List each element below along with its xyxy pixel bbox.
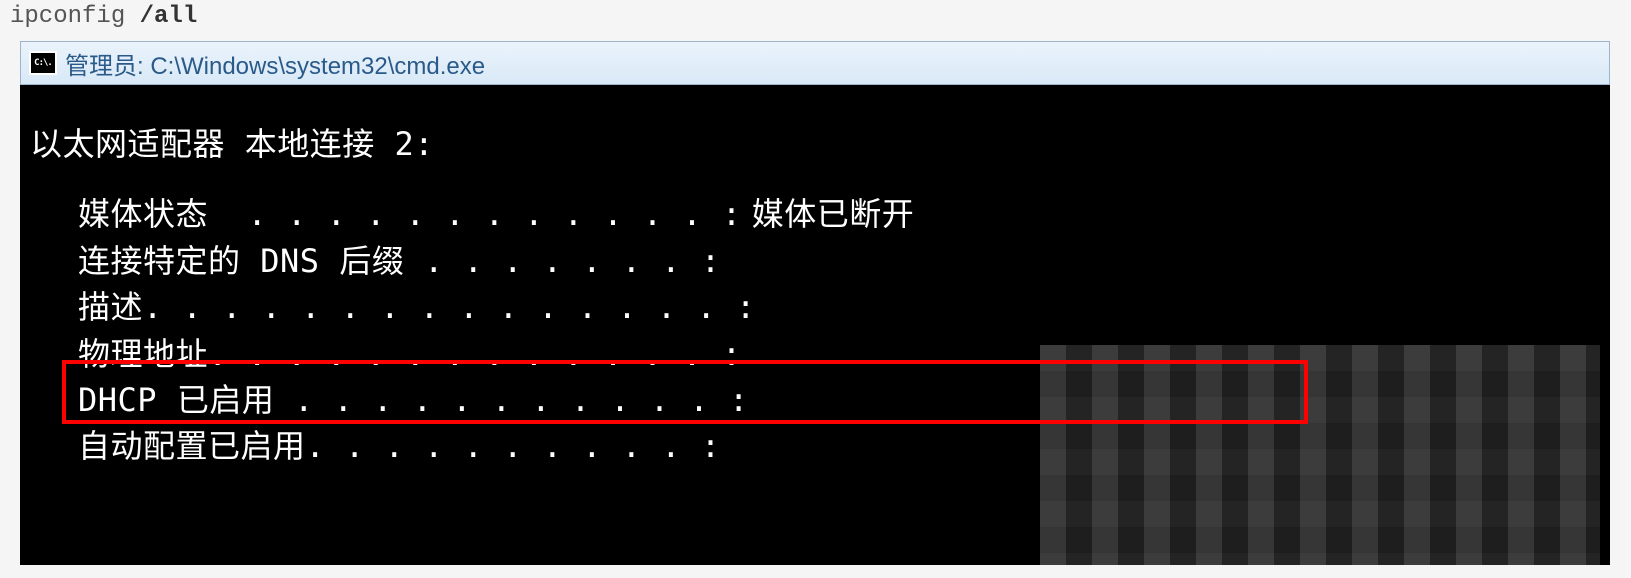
media-state-value: 媒体已断开 [752, 191, 915, 237]
window-title: 管理员: C:\Windows\system32\cmd.exe [65, 46, 485, 81]
command-text: ipconfig [10, 3, 140, 30]
row-description: 描述. . . . . . . . . . . . . . . : [78, 284, 1600, 330]
console-rows: 媒体状态 . . . . . . . . . . . . :媒体已断开 连接特定… [30, 191, 1600, 469]
row-dhcp-enabled: DHCP 已启用 . . . . . . . . . . . : [78, 377, 1600, 423]
cmd-icon: C:\. [29, 51, 57, 75]
titlebar[interactable]: C:\. 管理员: C:\Windows\system32\cmd.exe [20, 41, 1610, 85]
adapter-header: 以太网适配器 本地连接 2: [30, 121, 1600, 167]
command-flag: /all [140, 3, 198, 30]
row-dns-suffix: 连接特定的 DNS 后缀 . . . . . . . : [78, 238, 1600, 284]
cmd-window: C:\. 管理员: C:\Windows\system32\cmd.exe 以太… [20, 41, 1610, 565]
console-output[interactable]: 以太网适配器 本地连接 2: 媒体状态 . . . . . . . . . . … [20, 85, 1610, 565]
row-media-state: 媒体状态 . . . . . . . . . . . . :媒体已断开 [78, 191, 1600, 237]
row-autoconfig-enabled: 自动配置已启用. . . . . . . . . . : [78, 423, 1600, 469]
command-line: ipconfig /all [0, 0, 1631, 33]
row-physical-address: 物理地址. . . . . . . . . . . . . : [78, 331, 1600, 377]
